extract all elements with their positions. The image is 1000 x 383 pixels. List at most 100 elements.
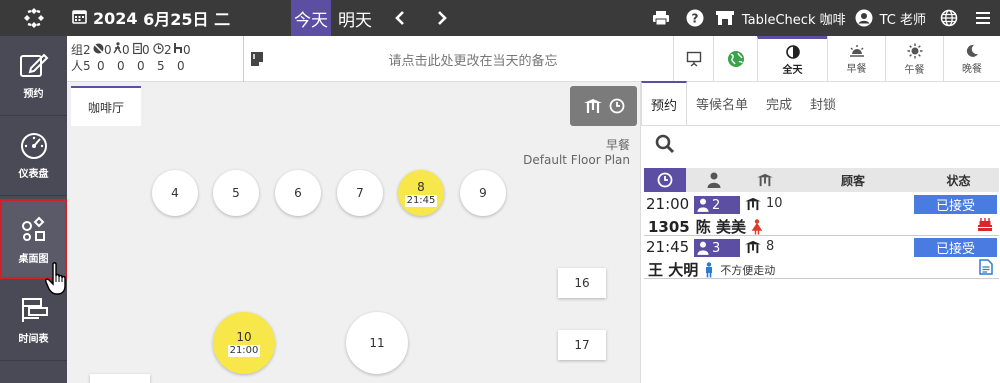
- table-7[interactable]: 7: [337, 170, 383, 216]
- table-6[interactable]: 6: [275, 170, 321, 216]
- help-icon: ?: [686, 9, 704, 27]
- floor-plan-icon: [21, 216, 45, 241]
- pencil-square-icon: [19, 53, 48, 77]
- meal-filter-label: 晚餐: [962, 63, 982, 75]
- room-tab-cafe[interactable]: 咖啡厅: [71, 86, 141, 126]
- next-day-button[interactable]: [428, 0, 456, 36]
- document-icon[interactable]: [979, 259, 993, 279]
- table-number: 8: [417, 179, 425, 194]
- hamburger-icon: [976, 12, 990, 24]
- sort-by-time-button[interactable]: [644, 168, 686, 192]
- help-button[interactable]: ?: [678, 0, 712, 36]
- groups-row: 组2 0 0 0 2 0: [71, 42, 193, 58]
- count-value: 0: [97, 59, 105, 73]
- meal-filter-all-day[interactable]: 全天: [757, 36, 827, 82]
- sidebar-item-label: 桌面图: [18, 253, 49, 265]
- web-booking-button[interactable]: [713, 36, 757, 82]
- table-5[interactable]: 5: [213, 170, 259, 216]
- sidebar-item-label: 预约: [23, 89, 44, 100]
- table-10[interactable]: 10 21:00: [213, 312, 275, 374]
- tablecheck-logo-icon[interactable]: [0, 0, 67, 36]
- status-badge[interactable]: 已接受: [914, 195, 997, 214]
- assigned-table: 10: [744, 196, 783, 211]
- table-17[interactable]: 17: [558, 330, 606, 360]
- status-column-header[interactable]: 状态: [918, 172, 999, 189]
- count-value: 0: [177, 59, 185, 73]
- tab-reservations[interactable]: 预约: [641, 81, 688, 125]
- female-icon: [751, 218, 762, 234]
- floor-plan-canvas: 咖啡厅 早餐 Default Floor Plan 4 5 6 7 8 21:4…: [67, 82, 640, 383]
- table-8[interactable]: 8 21:45: [398, 170, 444, 216]
- count-value: 5: [157, 59, 165, 73]
- floor-plan-label: 早餐 Default Floor Plan: [523, 138, 630, 168]
- language-button[interactable]: [932, 0, 966, 36]
- sidebar-item-reservation[interactable]: 预约: [0, 36, 67, 116]
- presentation-icon: [686, 51, 701, 67]
- sunrise-icon: [849, 44, 864, 57]
- table-11[interactable]: 11: [346, 312, 408, 374]
- meal-filter-breakfast[interactable]: 早餐: [827, 36, 885, 82]
- table-number: 7: [356, 186, 364, 200]
- menu-button[interactable]: [966, 0, 1000, 36]
- count-value: 0: [183, 43, 191, 57]
- count-value: 2: [83, 43, 91, 57]
- table-partial[interactable]: [90, 374, 150, 383]
- search-button[interactable]: [653, 132, 677, 156]
- tab-waitlist[interactable]: 等候名单: [687, 81, 757, 125]
- chevron-left-icon: [395, 11, 404, 25]
- table-9[interactable]: 9: [460, 170, 506, 216]
- user-menu[interactable]: TC 老师: [880, 9, 926, 28]
- guest-name-text: 王 大明: [648, 261, 699, 279]
- half-circle-icon: [785, 45, 800, 59]
- sort-by-table-button[interactable]: [742, 173, 788, 187]
- seated-icon: [174, 43, 182, 53]
- meal-filter-lunch[interactable]: 午餐: [885, 36, 943, 82]
- today-button[interactable]: 今天: [291, 0, 331, 36]
- tab-blocked[interactable]: 封锁: [801, 81, 845, 125]
- table-number: 6: [294, 186, 302, 200]
- count-value: 0: [117, 59, 125, 73]
- meal-filter-dinner[interactable]: 晚餐: [943, 36, 1000, 82]
- table-4[interactable]: 4: [152, 170, 198, 216]
- venue-selector[interactable]: TableCheck 咖啡: [742, 9, 846, 28]
- sort-by-party-button[interactable]: [686, 172, 742, 188]
- party-counts: 组2 0 0 0 2 0 人5 0 0 0 5 0: [71, 42, 193, 74]
- prev-day-button[interactable]: [386, 0, 414, 36]
- status-badge[interactable]: 已接受: [914, 238, 997, 257]
- people-label: 人: [71, 59, 84, 73]
- party-count: 3: [712, 240, 721, 256]
- clock-icon: [153, 43, 164, 54]
- tab-completed[interactable]: 完成: [757, 81, 801, 125]
- table-16[interactable]: 16: [558, 268, 606, 298]
- reservation-table-header: 顾客 状态: [644, 168, 999, 192]
- table-icon: [583, 99, 602, 113]
- date-display[interactable]: 2024 6月25日 二: [72, 0, 230, 36]
- reservation-row[interactable]: 21:00 2 10 已接受 1305 陈 美美: [644, 194, 999, 236]
- count-value: 0: [122, 43, 130, 57]
- sidebar-item-label: 仪表盘: [18, 169, 49, 180]
- moon-icon: [966, 44, 978, 57]
- presentation-button[interactable]: [673, 36, 713, 82]
- tomorrow-button[interactable]: 明天: [333, 0, 377, 36]
- daily-memo-field[interactable]: 请点击此处更改在当天的备忘: [273, 36, 673, 82]
- guest-column-header[interactable]: 顾客: [788, 172, 918, 189]
- blocked-circle-icon: [93, 43, 104, 54]
- table-time-toggle-button[interactable]: [570, 86, 637, 126]
- guest-note: 不方便走动: [720, 263, 776, 277]
- person-icon: [697, 198, 709, 212]
- floor-plan-service: 早餐: [605, 138, 630, 152]
- sun-icon: [907, 43, 922, 58]
- meal-filter-label: 早餐: [846, 63, 867, 75]
- reservation-time: 21:45: [646, 238, 690, 256]
- sidebar-item-dashboard[interactable]: 仪表盘: [0, 116, 67, 196]
- clipboard-icon: [133, 42, 142, 55]
- table-reservation-time: 21:45: [404, 194, 438, 207]
- count-value: 5: [83, 59, 91, 73]
- memo-icon[interactable]: [243, 36, 269, 82]
- count-value: 0: [142, 43, 150, 57]
- print-button[interactable]: [644, 0, 678, 36]
- people-row: 人5 0 0 0 5 0: [71, 58, 193, 74]
- clock-icon: [609, 98, 624, 114]
- reservation-row[interactable]: 21:45 3 8 已接受 王 大明 不方便走动: [644, 237, 999, 279]
- birthday-cake-icon: [977, 216, 993, 236]
